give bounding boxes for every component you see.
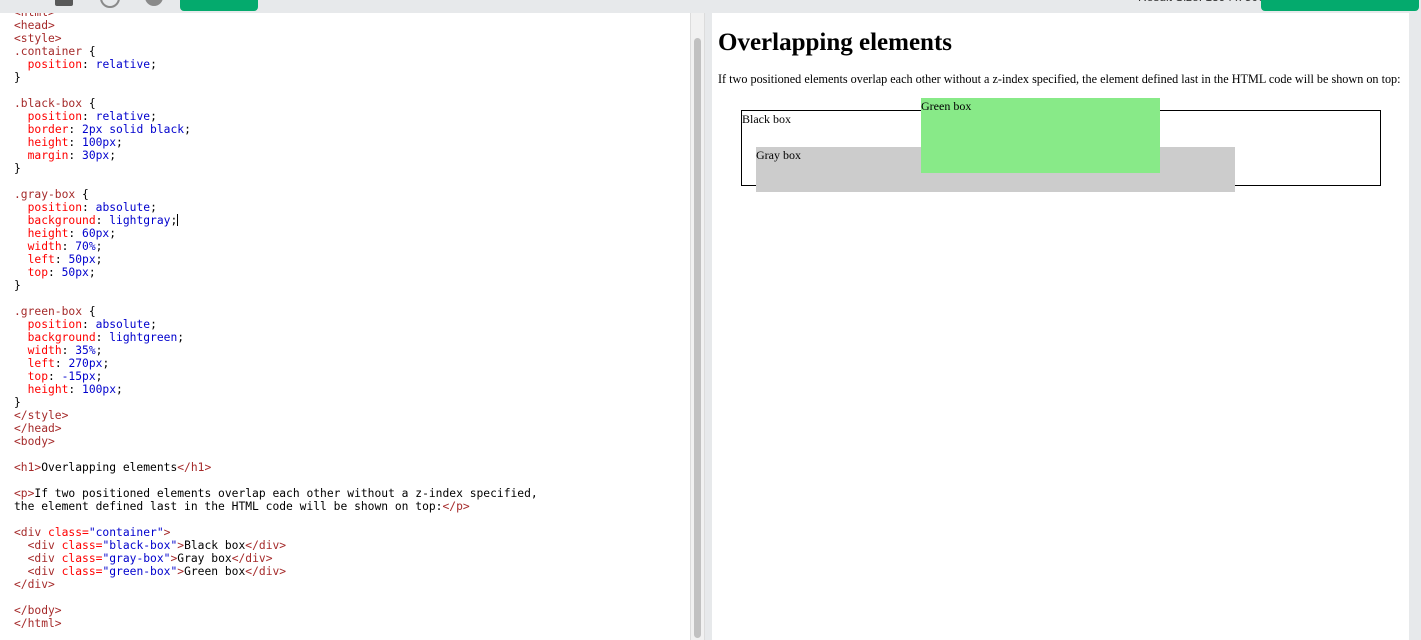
layout-icon[interactable] <box>55 0 73 6</box>
code-line[interactable] <box>14 84 538 97</box>
editor-scrollbar[interactable] <box>690 13 705 640</box>
result-pane: Overlapping elements If two positioned e… <box>712 13 1409 640</box>
green-box: Green box <box>921 98 1160 173</box>
code-line[interactable]: </style> <box>14 409 538 422</box>
code-line[interactable]: width: 70%; <box>14 240 538 253</box>
code-line[interactable]: position: relative; <box>14 110 538 123</box>
menu-icon[interactable] <box>6 0 30 2</box>
right-edge <box>1409 13 1421 640</box>
code-line[interactable]: } <box>14 162 538 175</box>
code-line[interactable] <box>14 175 538 188</box>
code-line[interactable]: position: absolute; <box>14 201 538 214</box>
code-line[interactable]: border: 2px solid black; <box>14 123 538 136</box>
top-toolbar: Result Size: 1394 x 506 <box>0 0 1421 13</box>
code-line[interactable]: background: lightgray; <box>14 214 538 227</box>
code-line[interactable] <box>14 591 538 604</box>
code-line[interactable]: margin: 30px; <box>14 149 538 162</box>
code-line[interactable] <box>14 513 538 526</box>
code-editor[interactable]: <html><head><style>.container { position… <box>0 13 690 640</box>
code-line[interactable]: position: relative; <box>14 58 538 71</box>
code-line[interactable]: </head> <box>14 422 538 435</box>
code-line[interactable]: background: lightgreen; <box>14 331 538 344</box>
black-box-label: Black box <box>742 112 791 126</box>
code-line[interactable]: the element defined last in the HTML cod… <box>14 500 538 513</box>
result-paragraph: If two positioned elements overlap each … <box>718 72 1401 86</box>
code-line[interactable]: <style> <box>14 32 538 45</box>
code-line[interactable]: left: 50px; <box>14 253 538 266</box>
code-line[interactable]: </body> <box>14 604 538 617</box>
code-line[interactable]: <body> <box>14 435 538 448</box>
code-line[interactable]: height: 60px; <box>14 227 538 240</box>
code-line[interactable]: </div> <box>14 578 538 591</box>
code-line[interactable]: <div class="black-box">Black box</div> <box>14 539 538 552</box>
get-website-button[interactable] <box>1261 0 1419 11</box>
code-line[interactable]: <p>If two positioned elements overlap ea… <box>14 487 538 500</box>
code-line[interactable]: <div class="green-box">Green box</div> <box>14 565 538 578</box>
code-line[interactable]: .gray-box { <box>14 188 538 201</box>
text-caret <box>177 214 179 226</box>
editor-scrollbar-thumb[interactable] <box>694 38 701 638</box>
code-line[interactable]: height: 100px; <box>14 136 538 149</box>
code-line[interactable]: <h1>Overlapping elements</h1> <box>14 461 538 474</box>
code-line[interactable]: } <box>14 396 538 409</box>
code-line[interactable]: width: 35%; <box>14 344 538 357</box>
demo-container: Black box Gray box Green box <box>741 98 1381 192</box>
code-line[interactable]: top: 50px; <box>14 266 538 279</box>
code-line[interactable] <box>14 474 538 487</box>
code-line[interactable] <box>14 448 538 461</box>
code-line[interactable]: <div class="container"> <box>14 526 538 539</box>
gray-box-label: Gray box <box>756 148 801 162</box>
settings-icon[interactable] <box>145 0 163 6</box>
theme-icon[interactable] <box>100 0 120 8</box>
code-line[interactable]: position: absolute; <box>14 318 538 331</box>
green-box-label: Green box <box>921 99 972 113</box>
code-line[interactable]: height: 100px; <box>14 383 538 396</box>
code-line[interactable]: <div class="gray-box">Gray box</div> <box>14 552 538 565</box>
code-line[interactable] <box>14 292 538 305</box>
code-line[interactable]: top: -15px; <box>14 370 538 383</box>
code-line[interactable]: } <box>14 279 538 292</box>
pane-splitter[interactable] <box>705 13 712 640</box>
code-line[interactable]: } <box>14 71 538 84</box>
code-line[interactable]: .green-box { <box>14 305 538 318</box>
result-heading: Overlapping elements <box>718 29 953 56</box>
code-content[interactable]: <html><head><style>.container { position… <box>14 13 538 630</box>
result-size-text: Result Size: 1394 x 506 <box>1138 0 1265 4</box>
run-button[interactable] <box>180 0 258 11</box>
code-line[interactable]: <head> <box>14 19 538 32</box>
code-line[interactable]: .black-box { <box>14 97 538 110</box>
code-line[interactable]: left: 270px; <box>14 357 538 370</box>
code-line[interactable]: </html> <box>14 617 538 630</box>
code-line[interactable]: .container { <box>14 45 538 58</box>
